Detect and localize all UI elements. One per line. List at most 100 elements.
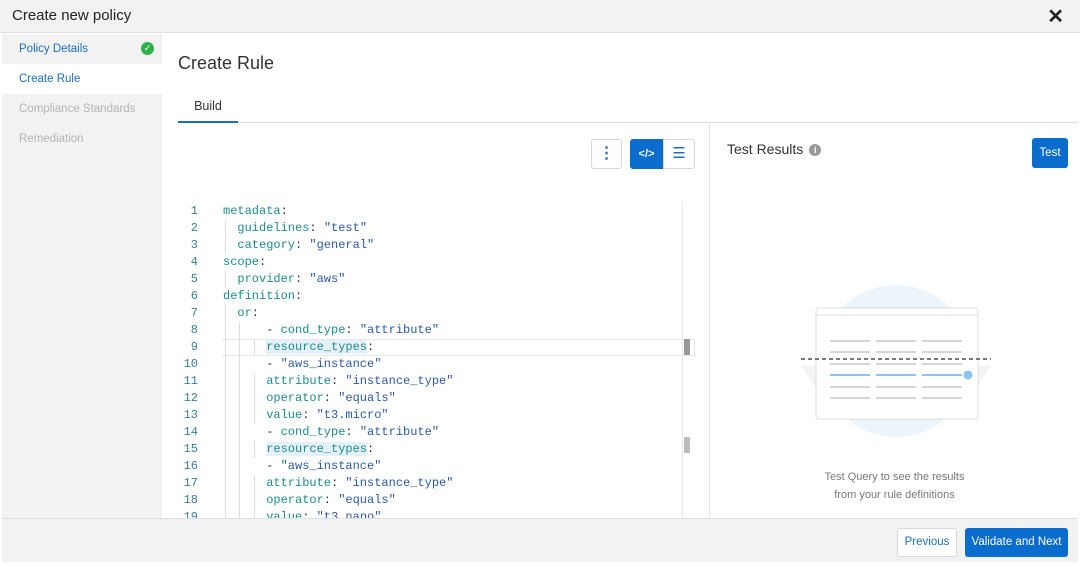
list-dash: -	[266, 357, 281, 371]
indent-guide	[239, 492, 241, 509]
line-number: 9	[190, 340, 198, 354]
step-create-rule[interactable]: Create Rule	[2, 64, 162, 94]
colon: :	[295, 238, 310, 252]
line-number: 18	[183, 493, 198, 507]
line-number: 4	[190, 255, 198, 269]
indent-guide	[239, 322, 241, 339]
code-view-icon[interactable]: </>	[630, 139, 663, 169]
colon: :	[251, 306, 267, 320]
check-circle-icon: ✓	[141, 42, 154, 55]
indent-guide	[239, 390, 241, 407]
yaml-value: "instance_type"	[345, 476, 454, 490]
close-icon[interactable]: ✕	[1047, 4, 1064, 29]
indent-guide	[239, 407, 241, 424]
code-line[interactable]: 11 attribute: "instance_type"	[162, 373, 697, 390]
indent-guide	[253, 373, 255, 390]
code-line[interactable]: 12 operator: "equals"	[162, 390, 697, 407]
line-number: 8	[190, 323, 198, 337]
yaml-value: "attribute"	[359, 425, 440, 439]
line-number: 5	[190, 272, 198, 286]
yaml-value: "equals"	[338, 391, 396, 405]
line-number: 6	[190, 289, 198, 303]
line-number: 11	[183, 374, 198, 388]
previous-button[interactable]: Previous	[897, 528, 957, 557]
scroll-marker	[684, 437, 690, 453]
line-number: 15	[183, 442, 198, 456]
validate-and-next-button[interactable]: Validate and Next	[965, 528, 1068, 557]
code-line[interactable]: 4 scope:	[162, 254, 697, 271]
code-line[interactable]: 17 attribute: "instance_type"	[162, 475, 697, 492]
step-label: Policy Details	[19, 43, 89, 55]
more-options-icon[interactable]: ⋮	[591, 139, 622, 169]
code-line[interactable]: 18 operator: "equals"	[162, 492, 697, 509]
indent-guide	[225, 458, 226, 475]
yaml-key: value	[266, 408, 303, 422]
code-line[interactable]: 10 - "aws_instance"	[162, 356, 697, 373]
colon: :	[280, 204, 296, 218]
line-number: 3	[190, 238, 198, 252]
yaml-key: attribute	[266, 374, 331, 388]
indent-guide	[225, 356, 226, 373]
code-line[interactable]: 13 value: "t3.micro"	[162, 407, 697, 424]
editor-scrollbar[interactable]	[682, 203, 696, 518]
indent-guide	[225, 271, 226, 288]
yaml-key: category	[237, 238, 295, 252]
code-line[interactable]: 19 value: "t3.nano"	[162, 509, 697, 518]
modal-footer: Previous Validate and Next	[2, 518, 1078, 562]
code-line[interactable]: 8 - cond_type: "attribute"	[162, 322, 697, 339]
colon: :	[345, 425, 360, 439]
colon: :	[295, 289, 310, 303]
yaml-key: or	[237, 306, 252, 320]
line-number: 10	[183, 357, 198, 371]
main-content: Create Rule Build ⋮ </> ☰ 1 metadata: 2 gu…	[162, 34, 1078, 518]
indent-guide	[253, 509, 255, 518]
indent-guide	[239, 339, 241, 356]
yaml-value: "test"	[323, 221, 368, 235]
code-line[interactable]: 2 guidelines: "test"	[162, 220, 697, 237]
indent-guide	[239, 356, 241, 373]
colon: :	[309, 221, 324, 235]
code-line[interactable]: 14 - cond_type: "attribute"	[162, 424, 697, 441]
indent-guide	[253, 492, 255, 509]
step-label: Compliance Standards	[19, 103, 136, 115]
indent-guide	[253, 339, 255, 356]
test-button[interactable]: Test	[1032, 138, 1068, 168]
code-line[interactable]: 1 metadata:	[162, 203, 697, 220]
code-line[interactable]: 5 provider: "aws"	[162, 271, 697, 288]
list-dash: -	[266, 425, 281, 439]
colon: :	[295, 272, 310, 286]
line-number: 1	[190, 204, 198, 218]
code-line[interactable]: 15 resource_types:	[162, 441, 697, 458]
code-line[interactable]: 7 or:	[162, 305, 697, 322]
page-title: Create Rule	[178, 53, 275, 73]
info-icon[interactable]: i	[809, 144, 822, 156]
yaml-key: resource_types	[266, 340, 368, 354]
test-results-label: Test Results	[727, 141, 804, 157]
indent-guide	[253, 390, 255, 407]
code-line[interactable]: 9 resource_types:	[162, 339, 697, 356]
list-view-icon[interactable]: ☰	[663, 139, 695, 169]
indent-guide	[225, 441, 226, 458]
scroll-thumb[interactable]	[684, 339, 690, 355]
indent-guide	[225, 509, 226, 518]
indent-guide	[225, 322, 226, 339]
yaml-key: value	[266, 510, 303, 518]
list-dash: -	[266, 459, 281, 473]
code-line[interactable]: 3 category: "general"	[162, 237, 697, 254]
colon: :	[323, 391, 339, 405]
colon: :	[331, 374, 346, 388]
empty-line-1: Test Query to see the results	[824, 471, 965, 483]
step-policy-details[interactable]: Policy Details ✓	[2, 34, 162, 64]
yaml-value: "general"	[309, 238, 375, 252]
step-compliance-standards: Compliance Standards	[2, 94, 162, 124]
code-line[interactable]: 16 - "aws_instance"	[162, 458, 697, 475]
yaml-key: operator	[266, 391, 324, 405]
code-line[interactable]: 6 definition:	[162, 288, 697, 305]
test-results-title: Test Results i	[727, 141, 822, 157]
test-results-panel: Test Results i Test Test Query to see the…	[711, 123, 1078, 518]
colon: :	[259, 255, 274, 269]
indent-guide	[253, 407, 255, 424]
steps-sidebar: Policy Details ✓ Create Rule Compliance S…	[2, 34, 162, 518]
yaml-code-editor[interactable]: 1 metadata: 2 guidelines: "test" 3 category:…	[162, 203, 710, 518]
tab-build[interactable]: Build	[178, 98, 238, 123]
